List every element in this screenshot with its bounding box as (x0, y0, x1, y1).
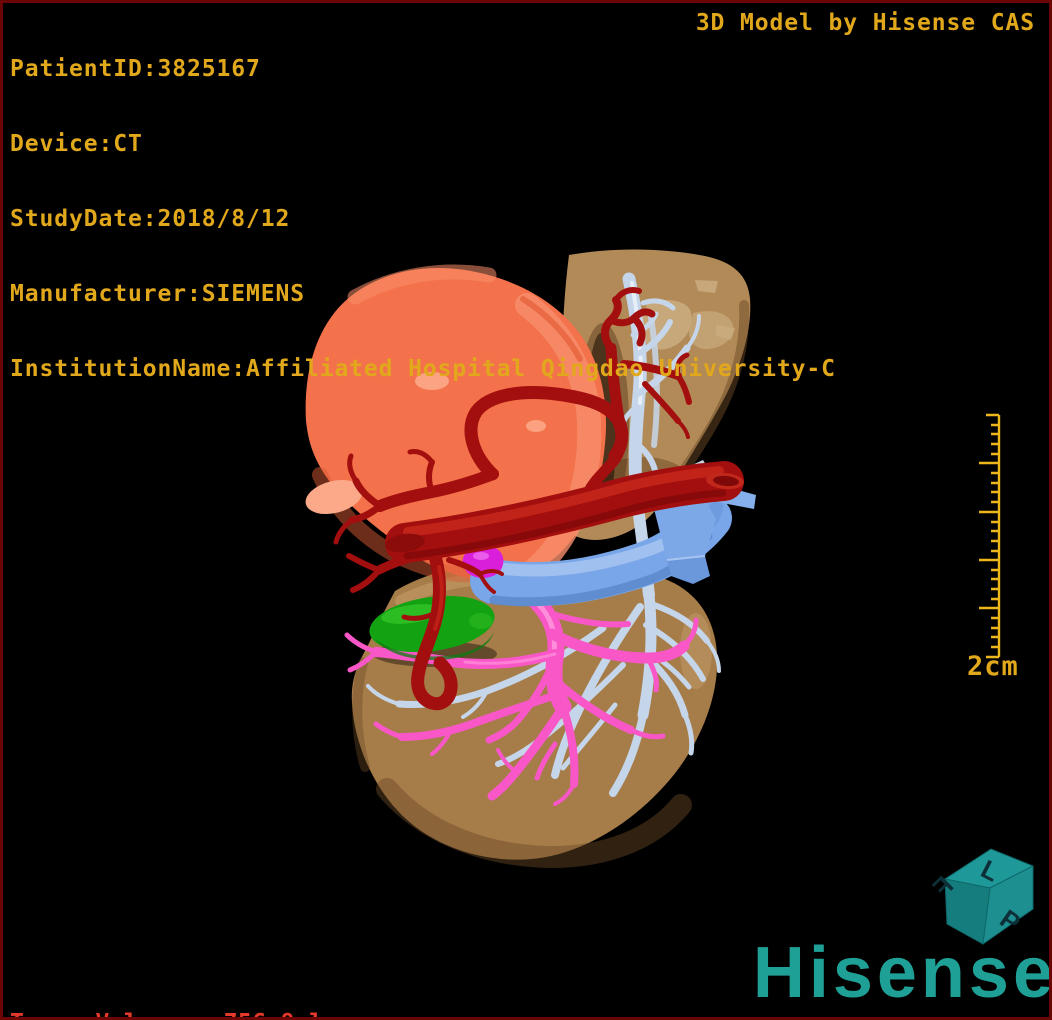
hisense-logo: Hisense (752, 933, 1052, 1013)
study-date-line: StudyDate:2018/8/12 (10, 206, 291, 232)
brand-caption: 3D Model by Hisense CAS (695, 10, 1035, 36)
scale-bar-label: 2cm (967, 651, 1019, 682)
institution-line: InstitutionName:Affiliated Hospital Qing… (10, 356, 836, 382)
tumor-volume-line: Tumor Volume: 756.9ml (10, 1009, 323, 1017)
patient-info: PatientID:3825167 Device:CT StudyDate:20… (10, 7, 836, 432)
manufacturer-line: Manufacturer:SIEMENS (10, 281, 305, 307)
volume-readout: Tumor Volume: 756.9ml Liver Volume: 2390… (10, 953, 323, 1017)
patient-id-line: PatientID:3825167 (10, 56, 261, 82)
viewer-window: PatientID:3825167 Device:CT StudyDate:20… (0, 0, 1052, 1020)
scale-bar-ticks (979, 413, 1001, 659)
device-line: Device:CT (10, 131, 143, 157)
